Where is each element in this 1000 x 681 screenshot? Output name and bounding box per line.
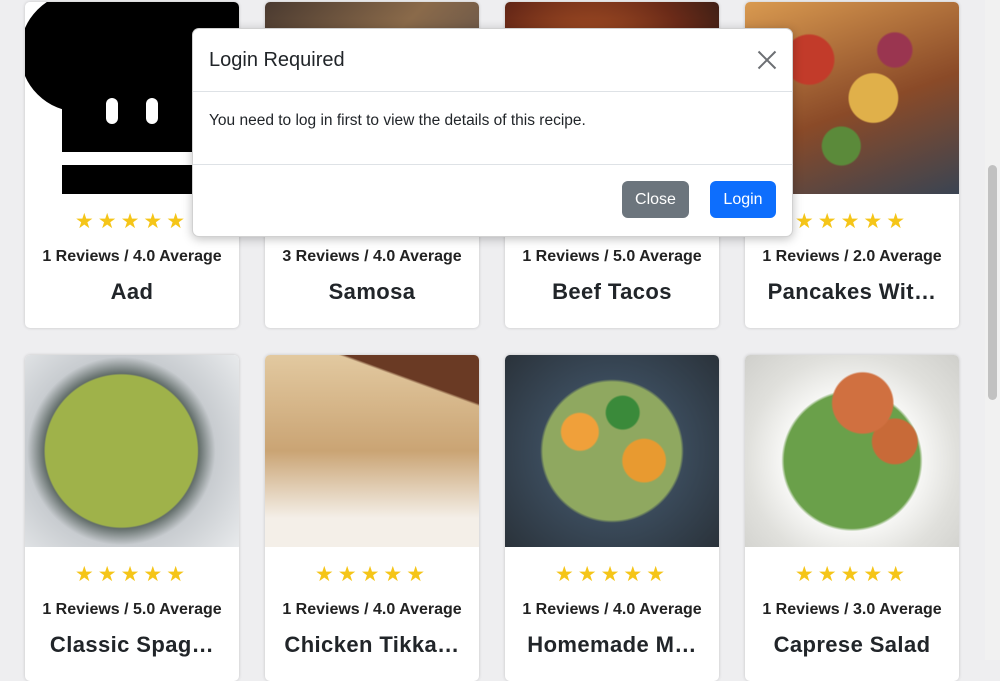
login-button[interactable]: Login xyxy=(710,181,776,218)
login-required-modal: Login Required You need to log in first … xyxy=(192,28,793,237)
modal-footer: Close Login xyxy=(193,165,792,237)
modal-message: You need to log in first to view the det… xyxy=(209,112,586,129)
modal-title: Login Required xyxy=(209,49,345,71)
close-icon[interactable] xyxy=(756,49,778,71)
modal-body: You need to log in first to view the det… xyxy=(193,92,792,165)
close-button[interactable]: Close xyxy=(622,181,689,218)
modal-header: Login Required xyxy=(193,29,792,92)
